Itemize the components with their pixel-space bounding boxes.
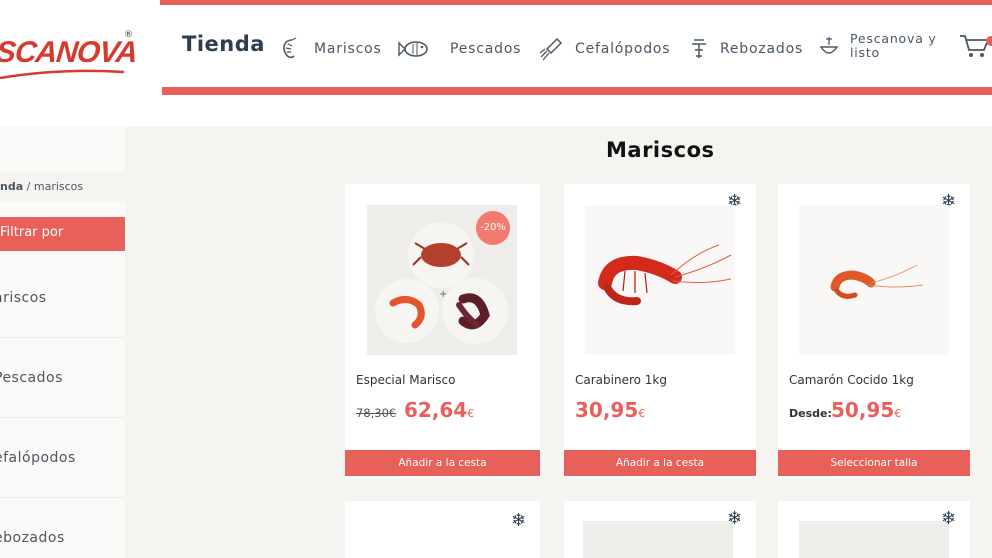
product-price: 50,95€ bbox=[831, 398, 901, 422]
product-card-especial-marisco[interactable]: + -20% Especial Marisco 78,30€ 62,64€ Añ… bbox=[345, 184, 540, 478]
snowflake-icon: ❄ bbox=[727, 508, 743, 529]
nav-label-cefalopodos: Cefalópodos bbox=[575, 41, 671, 57]
select-size-button[interactable]: Seleccionar talla bbox=[778, 450, 970, 476]
nav-title-tienda[interactable]: Tienda bbox=[182, 32, 265, 56]
product-card[interactable]: ❄ bbox=[564, 501, 756, 558]
filter-button[interactable]: Filtrar por bbox=[0, 217, 125, 251]
snowflake-icon: ❄ bbox=[941, 508, 957, 529]
product-image[interactable] bbox=[583, 521, 733, 558]
product-price: 30,95€ bbox=[575, 398, 645, 422]
sidebar-item-label: Pescados bbox=[0, 370, 63, 386]
sidebar-item-label: ariscos bbox=[0, 290, 47, 306]
price-currency: € bbox=[467, 407, 475, 420]
logo-swoosh-icon bbox=[0, 69, 124, 80]
fried-food-icon bbox=[692, 39, 706, 58]
product-image[interactable] bbox=[585, 205, 735, 355]
price-from-label: Desde: bbox=[789, 407, 832, 420]
product-name[interactable]: Camarón Cocido 1kg bbox=[789, 373, 914, 387]
brand-logo[interactable]: SCANOVA ® bbox=[0, 28, 139, 84]
nav-item-pescados[interactable]: Pescados bbox=[398, 36, 521, 62]
product-card-camaron-cocido[interactable]: ❄ Camarón Cocido 1kg Desde: 50,95€ Selec… bbox=[778, 184, 970, 478]
product-old-price: 78,30€ bbox=[356, 406, 397, 420]
cart-icon[interactable] bbox=[958, 32, 992, 60]
price-amount: 30,95 bbox=[575, 398, 639, 422]
nav-item-rebozados[interactable]: Rebozados bbox=[688, 36, 803, 62]
nav-label-pescados: Pescados bbox=[450, 41, 522, 57]
discount-badge: -20% bbox=[476, 211, 510, 245]
breadcrumb-current: mariscos bbox=[33, 180, 84, 193]
product-name[interactable]: Especial Marisco bbox=[356, 373, 455, 387]
nav-label-line1: Pescanova y bbox=[850, 31, 937, 46]
price-currency: € bbox=[638, 407, 646, 420]
nav-item-mariscos[interactable]: Mariscos bbox=[276, 36, 382, 62]
shrimp-icon bbox=[283, 37, 297, 59]
dish-icon bbox=[819, 37, 839, 54]
sidebar-item-pescados[interactable]: Pescados bbox=[0, 338, 125, 418]
sidebar-item-label: efalópodos bbox=[0, 450, 76, 466]
product-name[interactable]: Carabinero 1kg bbox=[575, 373, 667, 387]
snowflake-icon: ❄ bbox=[511, 510, 527, 531]
camaron-image bbox=[830, 264, 924, 299]
sidebar-item-cefalopodos[interactable]: efalópodos bbox=[0, 418, 125, 498]
sidebar-item-label: ebozados bbox=[0, 530, 65, 546]
nav-label-line2: listo bbox=[850, 45, 881, 60]
price-currency: € bbox=[894, 407, 902, 420]
squid-icon bbox=[539, 37, 563, 61]
nav-item-cefalopodos[interactable]: Cefalópodos bbox=[537, 36, 670, 62]
svg-text:+: + bbox=[439, 289, 447, 300]
carabinero-image bbox=[598, 244, 732, 306]
sidebar-item-mariscos[interactable]: ariscos bbox=[0, 258, 125, 338]
logo-text: SCANOVA bbox=[0, 36, 139, 69]
price-amount: 50,95 bbox=[831, 398, 895, 422]
nav-label-pescanova-y-listo: Pescanova y listo bbox=[850, 32, 937, 60]
nav-label-mariscos: Mariscos bbox=[314, 41, 382, 57]
product-card[interactable]: ❄ bbox=[778, 501, 970, 558]
fish-icon bbox=[398, 41, 428, 57]
nav-label-rebozados: Rebozados bbox=[720, 41, 804, 57]
product-image[interactable] bbox=[799, 205, 949, 355]
product-image[interactable] bbox=[799, 521, 949, 558]
nav-bottom-bar bbox=[162, 87, 992, 95]
breadcrumb-home[interactable]: nda bbox=[0, 180, 23, 193]
nav-item-pescanova-y-listo[interactable]: Pescanova y listo bbox=[818, 32, 937, 60]
add-to-cart-button[interactable]: Añadir a la cesta bbox=[345, 450, 540, 476]
product-card-carabinero[interactable]: ❄ Carabinero 1kg 30,95€ Añadir a la cest… bbox=[564, 184, 756, 478]
breadcrumb: nda / mariscos bbox=[0, 172, 125, 202]
nav-top-bar bbox=[160, 0, 992, 5]
add-to-cart-button[interactable]: Añadir a la cesta bbox=[564, 450, 756, 476]
registered-mark: ® bbox=[124, 30, 133, 40]
price-amount: 62,64 bbox=[404, 398, 468, 422]
sidebar-item-rebozados[interactable]: ebozados bbox=[0, 498, 125, 558]
breadcrumb-separator: / bbox=[26, 180, 31, 193]
filter-label: Filtrar por bbox=[0, 225, 64, 240]
product-card[interactable]: ❄ bbox=[345, 501, 540, 558]
product-price: 62,64€ bbox=[404, 398, 474, 422]
section-title: Mariscos bbox=[606, 138, 715, 162]
